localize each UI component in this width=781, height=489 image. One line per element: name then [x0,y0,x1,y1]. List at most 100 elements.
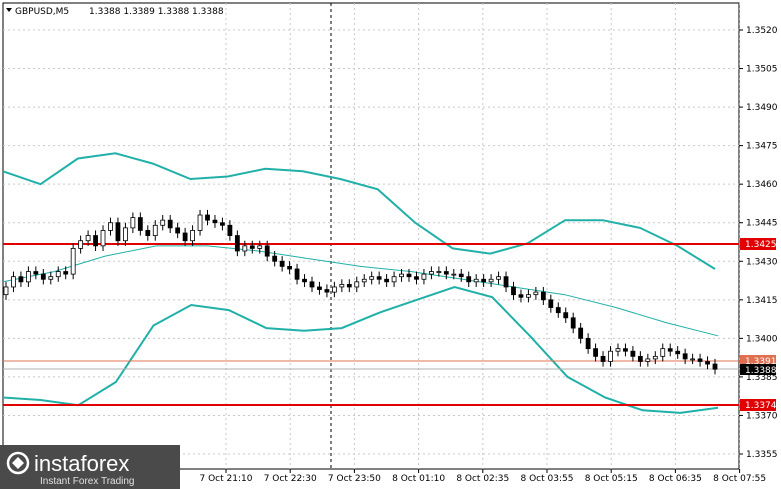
candle-body [234,235,240,252]
candle-body [705,361,710,365]
candle-body [436,271,442,273]
candle-body [697,358,703,362]
candle-body [667,348,673,352]
candle-body [414,276,419,280]
price-chart[interactable]: 1.3520 1.3505 1.3490 1.3475 1.3460 1.3445 1.34… [0,0,781,489]
candle-body [63,271,69,275]
time-axis: 7 Oct 21:10 7 Oct 22:30 7 Oct 23:50 8 Oct 0… [200,469,766,484]
candle-body [533,291,539,296]
price-tick-label: 1.3520 [746,26,778,36]
candle-body [339,283,345,288]
candle-body [585,337,591,350]
candle-body [167,219,173,229]
candle-body [123,227,128,242]
candle-body [279,260,285,267]
candle-body [712,363,718,370]
candle-body [466,276,472,283]
candle-body [690,358,696,361]
time-tick-label: 8 Oct 02:35 [456,474,509,484]
candle-body [287,266,293,270]
candle-body [249,245,255,249]
price-tick-label: 1.3490 [746,103,778,113]
instaforex-logo: instaforex Instant Forex Trading [0,445,180,489]
price-tick-label: 1.3370 [746,411,778,421]
price-tick-label: 1.3445 [746,219,778,229]
candle-body [40,273,46,280]
candle-body [212,219,218,224]
candle-body [540,291,546,301]
candle-body [376,276,382,280]
price-tick-label: 1.3460 [746,180,778,190]
candle [70,243,76,280]
candle-body [384,278,390,283]
candle-body [78,240,84,249]
bid-price-label: 1.3388 [745,366,777,376]
candle-body [55,271,61,278]
candle-body [48,276,54,280]
candle-body [548,299,554,308]
resistance-price-label: 1.3425 [745,240,777,250]
candle-body [33,271,39,275]
candle-body [294,268,300,280]
candle-body [100,230,106,247]
candle-body [197,214,203,231]
candle-body [145,230,151,236]
candle-body [227,224,233,236]
candle-body [421,273,427,280]
candle-body [309,281,315,288]
candle-body [391,276,397,283]
candle-body [652,355,658,360]
candle-body [182,232,188,242]
candle-body [220,222,225,226]
candle-body [3,286,9,296]
time-tick-label: 7 Oct 21:10 [200,474,253,484]
candle-body [443,271,449,275]
price-tick-label: 1.3400 [746,334,778,344]
candle-body [458,273,464,278]
candle-body [11,276,16,288]
candle-body [160,219,166,226]
candle-body [346,283,352,288]
candle-body [93,235,98,247]
candle-body [518,294,524,298]
candle-body [660,348,666,357]
candle-body [593,348,598,357]
candle-body [361,278,367,283]
logo-tagline: Instant Forex Trading [40,476,135,487]
candle-body [331,286,337,293]
price-tick-label: 1.3415 [746,296,778,306]
candle-body [682,353,688,360]
ohlc-readout: 1.3388 1.3389 1.3388 1.3388 [89,7,224,17]
candle-body [570,317,576,329]
candle-body [488,278,494,283]
candle-body [25,271,31,283]
candle-body [205,214,210,221]
candle-body [481,278,487,283]
price-tick-label: 1.3505 [746,65,778,75]
candle-body [152,224,158,236]
candle-body [473,278,479,283]
candle-body [399,273,404,278]
plot-area[interactable] [2,2,740,470]
candle-body [242,245,248,252]
candle-body [257,245,263,249]
candle-body [137,217,143,231]
candle-body [563,312,569,319]
time-tick-label: 7 Oct 22:30 [264,474,317,484]
candle-body [108,222,113,231]
symbol-label: GBPUSD,M5 [15,7,69,17]
candle-body [369,276,375,280]
candle-body [272,255,278,262]
candle-body [354,281,360,288]
time-tick-label: 8 Oct 05:15 [585,474,638,484]
price-tick-label: 1.3475 [746,142,778,152]
time-tick-label: 8 Oct 01:10 [392,474,445,484]
price-tick-label: 1.3355 [746,450,778,460]
candle-body [526,294,531,298]
time-tick-label: 7 Oct 23:50 [328,474,381,484]
candle-body [600,355,606,362]
candle-body [608,350,613,362]
candle-body [675,350,681,355]
price-tick-label: 1.3430 [746,257,778,267]
candle-body [264,245,270,257]
